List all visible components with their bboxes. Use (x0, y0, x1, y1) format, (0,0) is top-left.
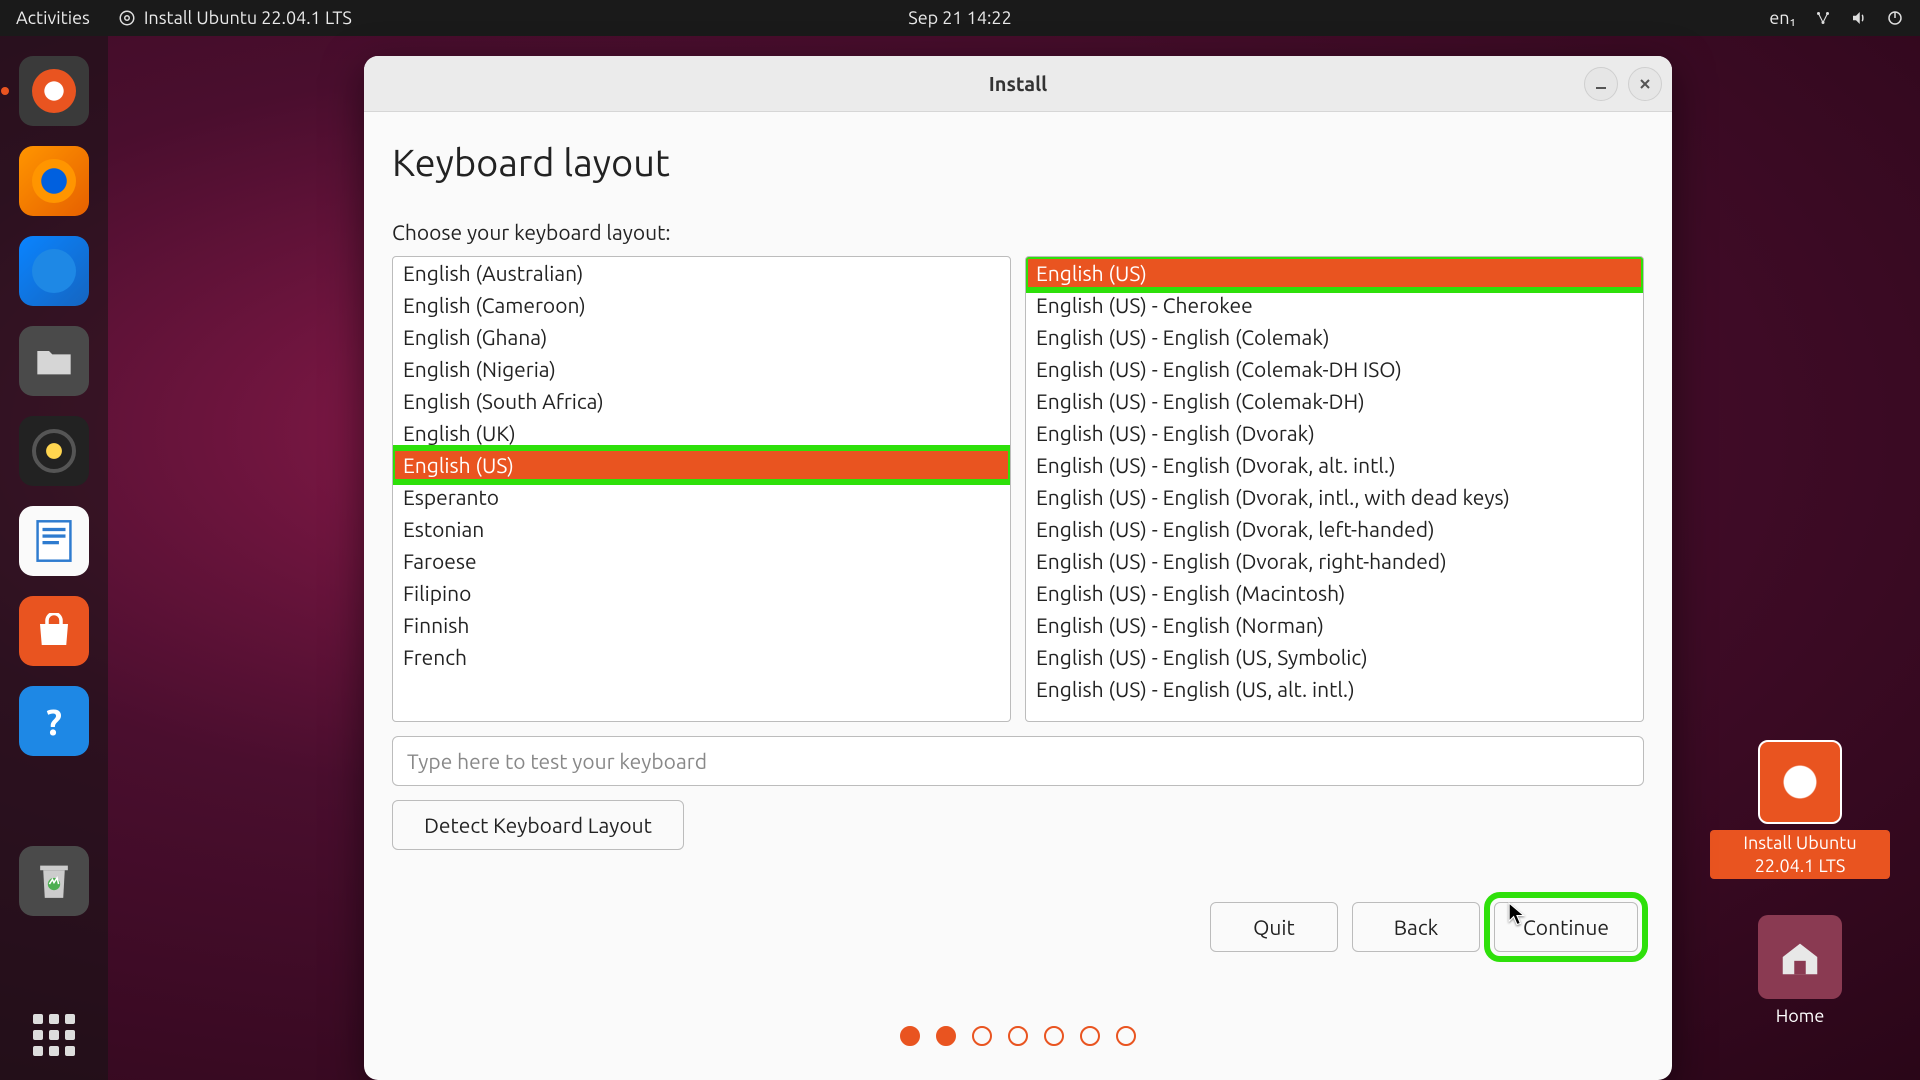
list-item[interactable]: English (US) - English (Dvorak) (1026, 417, 1643, 449)
list-item[interactable]: Faroese (393, 545, 1010, 577)
desktop-icon-label: Install Ubuntu 22.04.1 LTS (1710, 830, 1890, 879)
list-item[interactable]: English (US) - English (US, Symbolic) (1026, 641, 1643, 673)
keyboard-test-input[interactable] (392, 736, 1644, 786)
dock-ubiquity-installer[interactable] (19, 56, 89, 126)
close-icon (1638, 77, 1652, 91)
pager-dot (936, 1026, 956, 1046)
power-icon[interactable] (1886, 9, 1904, 27)
list-item[interactable]: English (South Africa) (393, 385, 1010, 417)
list-item[interactable]: Esperanto (393, 481, 1010, 513)
list-item[interactable]: English (US) - English (Macintosh) (1026, 577, 1643, 609)
dock-rhythmbox[interactable] (19, 416, 89, 486)
quit-button[interactable]: Quit (1210, 902, 1338, 952)
window-close-button[interactable] (1628, 67, 1662, 101)
document-icon (34, 518, 74, 564)
gnome-topbar: Activities Install Ubuntu 22.04.1 LTS Se… (0, 0, 1920, 36)
dock: ? (0, 36, 108, 1080)
dock-firefox[interactable] (19, 146, 89, 216)
dock-help[interactable]: ? (19, 686, 89, 756)
dock-show-apps[interactable] (33, 1014, 75, 1056)
dock-libreoffice-writer[interactable] (19, 506, 89, 576)
window-minimize-button[interactable] (1584, 67, 1618, 101)
list-item[interactable]: Finnish (393, 609, 1010, 641)
list-item[interactable]: English (UK) (393, 417, 1010, 449)
desktop-icon-install-ubuntu[interactable]: Install Ubuntu 22.04.1 LTS (1710, 740, 1890, 879)
list-item[interactable]: English (US) - English (Dvorak, alt. int… (1026, 449, 1643, 481)
list-item[interactable]: English (US) - English (Colemak-DH ISO) (1026, 353, 1643, 385)
layout-variant-list[interactable]: English (US)English (US) - CherokeeEngli… (1025, 256, 1644, 722)
list-item[interactable]: English (Ghana) (393, 321, 1010, 353)
window-titlebar[interactable]: Install (364, 56, 1672, 112)
list-item[interactable]: English (US) (393, 449, 1010, 481)
list-item[interactable]: English (US) - English (Colemak) (1026, 321, 1643, 353)
layout-language-list[interactable]: English (Australian)English (Cameroon)En… (392, 256, 1011, 722)
volume-icon[interactable] (1850, 9, 1868, 27)
disc-icon (1758, 740, 1842, 824)
topbar-install-label: Install Ubuntu 22.04.1 LTS (144, 8, 352, 28)
page-heading: Keyboard layout (392, 142, 1644, 184)
pager-dot (1008, 1026, 1028, 1046)
input-language-indicator[interactable]: en₁ (1769, 8, 1796, 28)
topbar-install-indicator[interactable]: Install Ubuntu 22.04.1 LTS (118, 8, 352, 28)
list-item[interactable]: English (US) - English (Dvorak, left-han… (1026, 513, 1643, 545)
back-button[interactable]: Back (1352, 902, 1480, 952)
desktop-icon-home[interactable]: Home (1758, 915, 1842, 1028)
list-item[interactable]: Estonian (393, 513, 1010, 545)
dock-thunderbird[interactable] (19, 236, 89, 306)
pager-dot (1044, 1026, 1064, 1046)
dock-files[interactable] (19, 326, 89, 396)
home-folder-icon (1758, 915, 1842, 999)
folder-icon (34, 344, 74, 378)
minimize-icon (1594, 77, 1608, 91)
activities-button[interactable]: Activities (16, 8, 90, 28)
list-item[interactable]: English (US) - English (Dvorak, intl., w… (1026, 481, 1643, 513)
pager-dot (1116, 1026, 1136, 1046)
bag-icon (33, 613, 75, 649)
mouse-cursor (1508, 902, 1526, 926)
desktop-icon-label: Home (1776, 1005, 1825, 1028)
list-item[interactable]: English (US) - English (Norman) (1026, 609, 1643, 641)
trash-icon (35, 861, 73, 901)
desktop-icons: Install Ubuntu 22.04.1 LTS Home (1710, 740, 1890, 1028)
dock-trash[interactable] (19, 846, 89, 916)
list-item[interactable]: English (Australian) (393, 257, 1010, 289)
detect-keyboard-button[interactable]: Detect Keyboard Layout (392, 800, 684, 850)
network-icon[interactable] (1814, 9, 1832, 27)
dock-ubuntu-software[interactable] (19, 596, 89, 666)
list-item[interactable]: English (US) - English (Dvorak, right-ha… (1026, 545, 1643, 577)
clock[interactable]: Sep 21 14:22 (908, 8, 1011, 28)
pager-dot (972, 1026, 992, 1046)
list-item[interactable]: English (US) (1026, 257, 1643, 289)
list-item[interactable]: English (US) - Cherokee (1026, 289, 1643, 321)
list-item[interactable]: Filipino (393, 577, 1010, 609)
step-pager (392, 1026, 1644, 1046)
question-icon: ? (46, 701, 62, 742)
pager-dot (900, 1026, 920, 1046)
list-item[interactable]: English (Nigeria) (393, 353, 1010, 385)
list-item[interactable]: English (US) - English (Colemak-DH) (1026, 385, 1643, 417)
list-item[interactable]: English (Cameroon) (393, 289, 1010, 321)
window-title: Install (989, 72, 1047, 95)
choose-layout-label: Choose your keyboard layout: (392, 220, 1644, 244)
installer-window: Install Keyboard layout Choose your keyb… (364, 56, 1672, 1080)
pager-dot (1080, 1026, 1100, 1046)
list-item[interactable]: French (393, 641, 1010, 673)
disc-icon (118, 9, 136, 27)
list-item[interactable]: English (US) - English (US, alt. intl.) (1026, 673, 1643, 705)
